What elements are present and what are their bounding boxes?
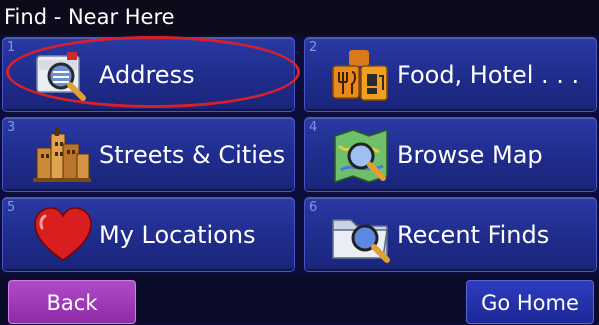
address-magnifier-icon <box>36 52 86 101</box>
address-button[interactable]: 1 Address <box>2 37 295 112</box>
food-hotel-icon <box>332 50 388 101</box>
tile-number: 1 <box>7 40 16 55</box>
tile-number: 4 <box>309 120 318 135</box>
city-buildings-icon <box>33 128 91 182</box>
go-home-button[interactable]: Go Home <box>466 280 594 324</box>
tile-number: 5 <box>7 200 16 215</box>
tile-label: Browse Map <box>397 141 543 169</box>
back-button[interactable]: Back <box>8 280 136 324</box>
heart-icon <box>34 207 92 261</box>
tile-number: 3 <box>7 120 16 135</box>
window-title: Find - Near Here <box>0 0 599 35</box>
map-magnifier-icon <box>334 128 388 184</box>
tile-label: Address <box>99 61 195 89</box>
browse-map-button[interactable]: 4 Browse Map <box>304 117 597 192</box>
food-hotel-button[interactable]: 2 Food, Hotel . . . <box>304 37 597 112</box>
tile-label: Recent Finds <box>397 221 550 249</box>
tile-label: Streets & Cities <box>99 141 286 169</box>
tile-label: Food, Hotel . . . <box>397 61 580 89</box>
folder-magnifier-icon <box>332 219 390 263</box>
tile-number: 6 <box>309 200 318 215</box>
tile-label: My Locations <box>99 221 256 249</box>
streets-cities-button[interactable]: 3 Streets & Cities <box>2 117 295 192</box>
my-locations-button[interactable]: 5 My Locations <box>2 197 295 272</box>
tile-number: 2 <box>309 40 318 55</box>
recent-finds-button[interactable]: 6 Recent Finds <box>304 197 597 272</box>
